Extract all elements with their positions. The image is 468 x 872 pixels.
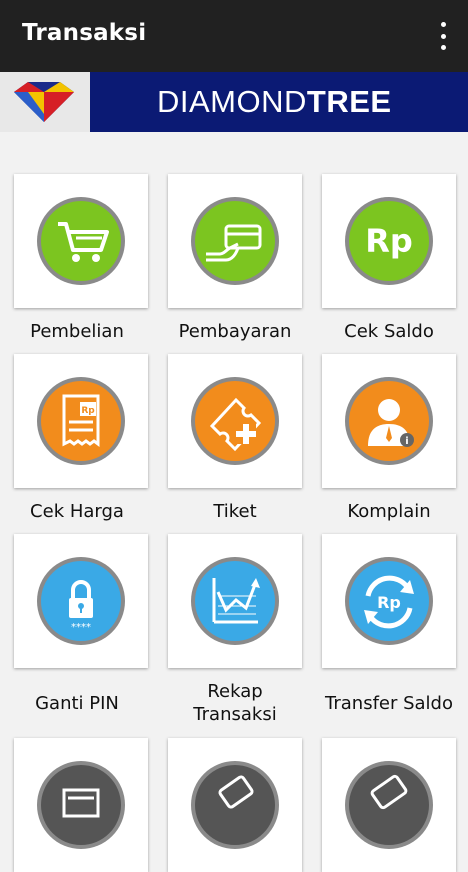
cek-saldo-label: Cek Saldo	[344, 321, 434, 342]
transfer-saldo-label: Transfer Saldo	[325, 693, 453, 714]
menu-item-row4-3[interactable]	[322, 738, 456, 872]
lock-icon: ****	[37, 557, 125, 645]
pembelian-button[interactable]	[14, 174, 148, 308]
rekap-transaksi-button[interactable]	[168, 534, 302, 668]
transfer-saldo-button[interactable]: Rp	[322, 534, 456, 668]
card-payment-icon	[191, 197, 279, 285]
cek-harga-label: Cek Harga	[30, 501, 124, 522]
svg-text:Rp: Rp	[81, 406, 95, 416]
rekap-transaksi-label: Rekap Transaksi	[158, 680, 312, 726]
customer-service-icon: i	[345, 377, 433, 465]
pembayaran-label: Pembayaran	[178, 321, 292, 342]
pembayaran-button[interactable]	[168, 174, 302, 308]
rupiah-icon: Rp	[345, 197, 433, 285]
chart-icon	[191, 557, 279, 645]
svg-text:Rp: Rp	[377, 593, 401, 612]
tiket-label: Tiket	[213, 501, 257, 522]
document-icon	[37, 761, 125, 849]
pembelian-label: Pembelian	[30, 321, 124, 342]
menu-item-row4-1[interactable]	[14, 738, 148, 872]
price-receipt-icon: Rp	[37, 377, 125, 465]
tiket-button[interactable]	[168, 354, 302, 488]
card-icon	[345, 761, 433, 849]
shopping-cart-icon	[37, 197, 125, 285]
card-in-hand-icon	[191, 761, 279, 849]
transfer-icon: Rp	[345, 557, 433, 645]
ticket-icon	[191, 377, 279, 465]
menu-item-row4-2[interactable]	[168, 738, 302, 872]
ganti-pin-label: Ganti PIN	[35, 693, 119, 714]
rekap-label-line2: Transaksi	[193, 704, 277, 725]
svg-text:i: i	[405, 436, 408, 447]
komplain-label: Komplain	[347, 501, 431, 522]
svg-text:Rp: Rp	[365, 222, 413, 260]
rekap-label-line1: Rekap	[207, 681, 263, 702]
ganti-pin-button[interactable]: ****	[14, 534, 148, 668]
cek-harga-button[interactable]: Rp	[14, 354, 148, 488]
komplain-button[interactable]: i	[322, 354, 456, 488]
svg-text:****: ****	[71, 622, 91, 633]
cek-saldo-button[interactable]: Rp	[322, 174, 456, 308]
